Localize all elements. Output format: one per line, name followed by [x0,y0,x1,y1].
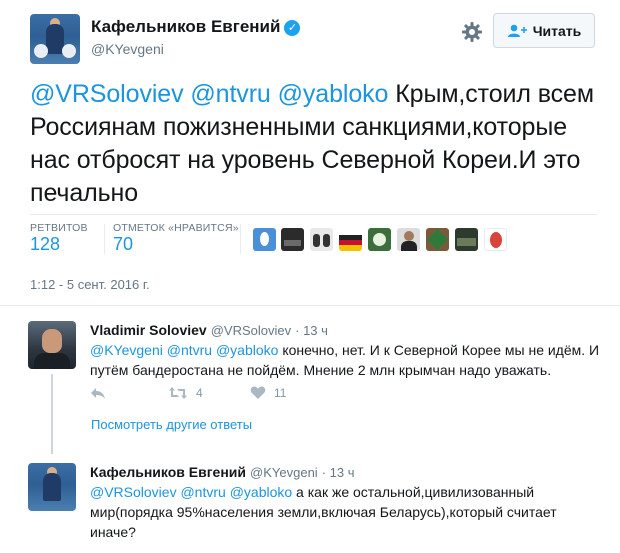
author-name[interactable]: Кафельников Евгений [91,17,280,36]
reply-mentions[interactable]: @VRSoloviev @ntvru @yabloko [90,484,292,500]
retweet-icon [169,387,187,399]
author-avatar[interactable] [30,14,80,64]
tweet-text: @VRSoloviev @ntvru @yabloko Крым,стоил в… [30,78,600,210]
thread-connector-line [51,374,53,454]
reply-author-name[interactable]: Кафельников Евгений [90,464,246,480]
author-handle[interactable]: @KYevgeni [91,41,164,57]
stat-separator [240,224,241,254]
liker-avatar[interactable] [484,228,507,251]
liker-avatar[interactable] [339,228,362,251]
liker-avatar[interactable] [455,228,478,251]
view-more-replies-link[interactable]: Посмотреть другие ответы [91,417,252,432]
liker-avatar[interactable] [368,228,391,251]
retweets-stat[interactable]: РЕТВИТОВ 128 [30,222,88,255]
tweet-timestamp[interactable]: 1:12 - 5 сент. 2016 г. [30,277,150,292]
reply-icon [91,388,105,399]
reply-button[interactable] [90,386,106,400]
reply-header: Vladimir Soloviev @VRSoloviev · 13 ч [90,322,328,338]
reply-mentions[interactable]: @KYevgeni @ntvru @yabloko [90,342,278,358]
reply-author-name[interactable]: Vladimir Soloviev [90,322,207,338]
reply-actions: 4 11 [90,386,350,404]
like-button[interactable]: 11 [250,386,286,400]
reply-author-handle[interactable]: @KYevgeni [250,465,318,480]
likes-label: ОТМЕТОК «НРАВИТСЯ» [113,222,239,234]
stat-separator [104,224,105,254]
mention-link[interactable]: @VRSoloviev [30,80,184,108]
liker-avatar[interactable] [253,228,276,251]
divider [30,214,597,215]
mention-link[interactable]: @yabloko [278,80,389,108]
retweets-count: 128 [30,234,61,254]
reply-author-handle[interactable]: @VRSoloviev [211,323,291,338]
reply-avatar[interactable] [28,321,76,369]
author-name-row[interactable]: Кафельников Евгений ✓ [91,17,301,37]
heart-icon [250,386,266,399]
liker-avatar[interactable] [310,228,333,251]
verified-badge-icon: ✓ [284,20,301,36]
follow-button[interactable]: Читать [493,13,595,48]
liker-avatar[interactable] [281,228,304,251]
reply-text: @VRSoloviev @ntvru @yabloko а как же ост… [90,482,560,542]
likes-count: 70 [113,234,134,254]
reply-time[interactable]: · 13 ч [322,465,355,480]
gear-icon[interactable] [460,20,484,44]
reply-text: @KYevgeni @ntvru @yabloko конечно, нет. … [90,340,600,380]
reply-avatar[interactable] [28,463,76,511]
retweets-label: РЕТВИТОВ [30,222,88,234]
follow-label: Читать [532,22,582,39]
follow-person-icon [507,24,527,37]
likes-stat[interactable]: ОТМЕТОК «НРАВИТСЯ» 70 [113,222,239,255]
like-count: 11 [274,386,287,400]
mention-link[interactable]: @ntvru [190,80,270,108]
reply-header: Кафельников Евгений @KYevgeni · 13 ч [90,464,354,480]
liker-avatar[interactable] [397,228,420,251]
retweet-button[interactable]: 4 [168,386,203,400]
retweet-count: 4 [196,386,203,400]
liker-avatar[interactable] [426,228,449,251]
section-divider [0,305,620,306]
reply-time[interactable]: · 13 ч [295,323,328,338]
